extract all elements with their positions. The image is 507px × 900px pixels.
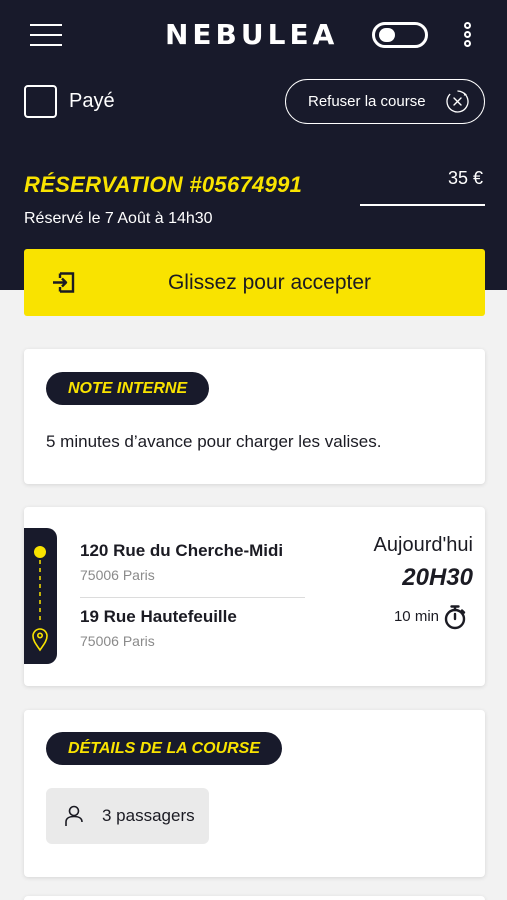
app-header: NEBULEA Payé Refuser la course RÉSERVATI…	[0, 0, 507, 290]
internal-note-text: 5 minutes d’avance pour charger les vali…	[46, 432, 382, 451]
slide-to-accept-button[interactable]: Glissez pour accepter	[24, 249, 485, 316]
pickup-dot-icon	[34, 546, 46, 558]
pickup-city: 75006 Paris	[80, 567, 155, 583]
dropoff-address: 19 Rue Hautefeuille 75006 Paris	[80, 607, 237, 649]
paid-label: Payé	[69, 89, 115, 112]
paid-row: Payé	[24, 84, 115, 118]
dropoff-pin-icon	[32, 628, 48, 652]
availability-toggle[interactable]	[372, 22, 428, 48]
refuse-ride-label: Refuser la course	[308, 93, 426, 110]
trip-time: 20H30	[402, 564, 473, 591]
reservation-title: RÉSERVATION #05674991	[24, 172, 303, 197]
internal-note-badge: NOTE INTERNE	[46, 372, 210, 405]
brand-logo: NEBULEA	[165, 18, 339, 51]
toggle-knob	[379, 28, 395, 42]
stopwatch-icon	[444, 605, 466, 630]
close-circle-icon	[446, 90, 469, 113]
address-divider	[80, 597, 305, 598]
passenger-count-chip[interactable]: 3 passagers	[46, 788, 209, 844]
slide-to-accept-label: Glissez pour accepter	[167, 271, 372, 294]
price-display: 35 €	[360, 166, 485, 206]
internal-note-card: NOTE INTERNE 5 minutes d’avance pour cha…	[24, 349, 485, 484]
dropoff-street: 19 Rue Hautefeuille	[80, 607, 237, 626]
passenger-count-label: 3 passagers	[102, 806, 195, 825]
refuse-ride-button[interactable]: Refuser la course	[285, 79, 485, 124]
trip-day: Aujourd'hui	[373, 534, 473, 556]
hamburger-menu-icon[interactable]	[30, 22, 62, 48]
dropoff-city: 75006 Paris	[80, 633, 155, 649]
ride-details-card: DÉTAILS DE LA COURSE 3 passagers	[24, 710, 485, 877]
route-timeline	[24, 528, 57, 664]
next-card-edge	[24, 896, 485, 900]
pickup-address: 120 Rue du Cherche-Midi 75006 Paris	[80, 541, 283, 583]
trip-card[interactable]: 120 Rue du Cherche-Midi 75006 Paris 19 R…	[24, 507, 485, 686]
reservation-date: Réservé le 7 Août à 14h30	[24, 210, 213, 227]
pickup-street: 120 Rue du Cherche-Midi	[80, 541, 284, 560]
trip-duration: 10 min	[393, 608, 439, 625]
paid-checkbox[interactable]	[24, 84, 57, 118]
more-options-icon[interactable]	[462, 22, 474, 48]
person-icon	[65, 805, 83, 826]
ride-details-badge: DÉTAILS DE LA COURSE	[46, 732, 283, 765]
